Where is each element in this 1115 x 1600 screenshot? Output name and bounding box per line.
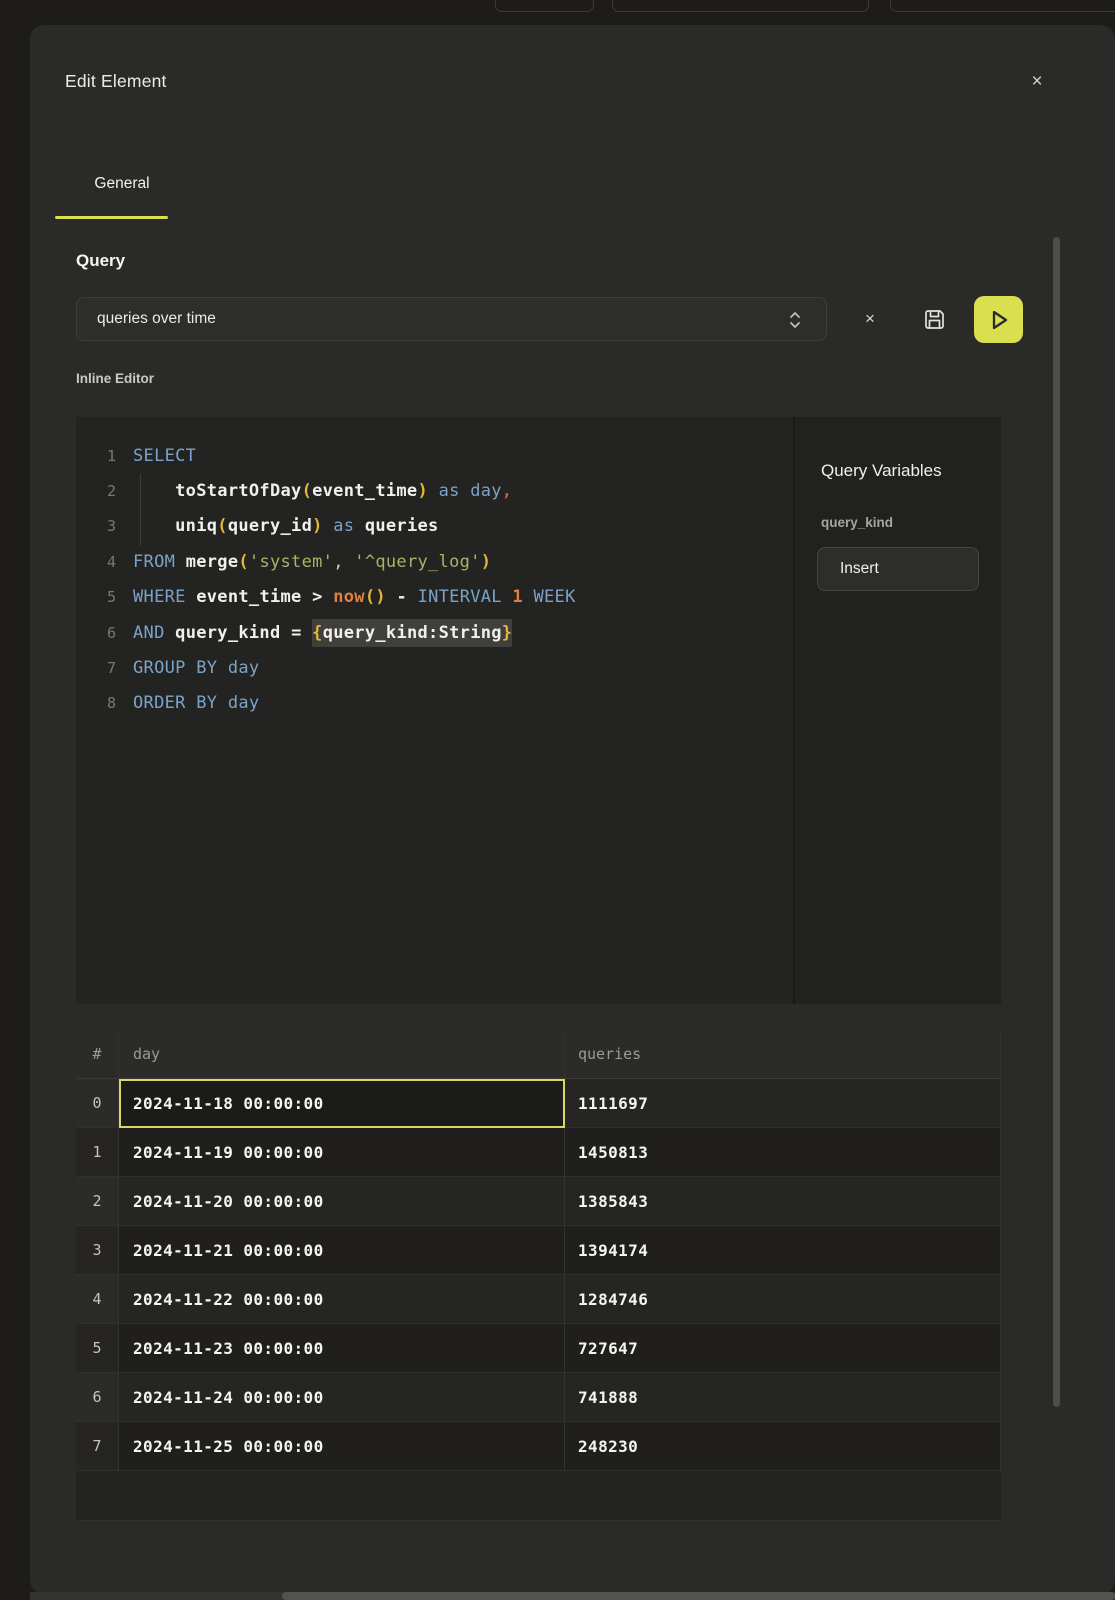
table-row: 32024-11-21 00:00:001394174 bbox=[76, 1226, 1001, 1275]
code-line[interactable]: 1 SELECT bbox=[76, 438, 793, 473]
results-footer bbox=[76, 1471, 1001, 1521]
backdrop-button-outline bbox=[495, 0, 594, 12]
backdrop-button-outline bbox=[612, 0, 869, 12]
table-cell[interactable]: 2024-11-24 00:00:00 bbox=[119, 1373, 565, 1422]
code-text: toStartOfDay(event_time) as day, bbox=[133, 481, 512, 501]
table-cell[interactable]: 741888 bbox=[565, 1373, 1001, 1422]
play-icon bbox=[988, 308, 1010, 332]
code-line[interactable]: 2 toStartOfDay(event_time) as day, bbox=[76, 473, 793, 508]
line-number: 3 bbox=[76, 517, 116, 535]
query-select-value: queries over time bbox=[97, 310, 216, 328]
query-variables-heading: Query Variables bbox=[821, 461, 942, 481]
table-row: 02024-11-18 00:00:001111697 bbox=[76, 1079, 1001, 1128]
sql-editor: 1 SELECT 2 toStartOfDay(event_time) as day… bbox=[76, 417, 1001, 1004]
modal-title: Edit Element bbox=[65, 71, 167, 92]
row-index-cell[interactable]: 7 bbox=[76, 1422, 119, 1471]
table-cell[interactable]: 2024-11-22 00:00:00 bbox=[119, 1275, 565, 1324]
insert-button-label: Insert bbox=[840, 560, 879, 578]
code-line[interactable]: 5 WHERE event_time > now() - INTERVAL 1 W… bbox=[76, 580, 793, 615]
results-header-cell[interactable]: # bbox=[76, 1030, 119, 1079]
indent-guide bbox=[140, 474, 141, 546]
code-text: FROM merge('system', '^query_log') bbox=[133, 552, 491, 572]
tab-general[interactable]: General bbox=[66, 175, 178, 193]
edit-element-modal: Edit Element × General Query queries ove… bbox=[30, 25, 1115, 1594]
clear-query-button[interactable]: × bbox=[855, 304, 885, 334]
table-row: 12024-11-19 00:00:001450813 bbox=[76, 1128, 1001, 1177]
row-index-cell[interactable]: 2 bbox=[76, 1177, 119, 1226]
line-number: 8 bbox=[76, 694, 116, 712]
code-text: ORDER BY day bbox=[133, 693, 259, 713]
code-text: SELECT bbox=[133, 446, 196, 466]
table-cell[interactable]: 2024-11-25 00:00:00 bbox=[119, 1422, 565, 1471]
save-query-button[interactable] bbox=[919, 304, 949, 334]
line-number: 1 bbox=[76, 447, 116, 465]
query-section-heading: Query bbox=[76, 251, 125, 271]
table-row: 22024-11-20 00:00:001385843 bbox=[76, 1177, 1001, 1226]
inline-editor-label: Inline Editor bbox=[76, 371, 154, 386]
query-variables-panel: Query Variables query_kind Insert bbox=[793, 417, 1001, 1004]
tab-active-underline bbox=[55, 216, 168, 219]
vertical-scrollbar[interactable] bbox=[1053, 237, 1060, 1407]
chevron-up-down-icon bbox=[786, 309, 804, 331]
selected-cell[interactable]: 2024-11-18 00:00:00 bbox=[119, 1079, 565, 1128]
table-row: 62024-11-24 00:00:00741888 bbox=[76, 1373, 1001, 1422]
table-cell[interactable]: 2024-11-23 00:00:00 bbox=[119, 1324, 565, 1373]
row-index-cell[interactable]: 6 bbox=[76, 1373, 119, 1422]
horizontal-scrollbar-thumb[interactable] bbox=[282, 1592, 1115, 1600]
backdrop-button-outline bbox=[890, 0, 1115, 12]
code-line[interactable]: 8 ORDER BY day bbox=[76, 686, 793, 721]
line-number: 4 bbox=[76, 553, 116, 571]
table-cell[interactable]: 1111697 bbox=[565, 1079, 1001, 1128]
line-number: 7 bbox=[76, 659, 116, 677]
clear-icon: × bbox=[865, 309, 875, 329]
row-index-cell[interactable]: 3 bbox=[76, 1226, 119, 1275]
code-line[interactable]: 6 AND query_kind = {query_kind:String} bbox=[76, 615, 793, 650]
table-cell[interactable]: 1450813 bbox=[565, 1128, 1001, 1177]
table-cell[interactable]: 2024-11-19 00:00:00 bbox=[119, 1128, 565, 1177]
table-row: 52024-11-23 00:00:00727647 bbox=[76, 1324, 1001, 1373]
row-index-cell[interactable]: 0 bbox=[76, 1079, 119, 1128]
line-number: 6 bbox=[76, 624, 116, 642]
code-lines: 1 SELECT 2 toStartOfDay(event_time) as day… bbox=[76, 438, 793, 721]
table-row: 72024-11-25 00:00:00248230 bbox=[76, 1422, 1001, 1471]
results-table: #dayqueries 02024-11-18 00:00:0011116971… bbox=[76, 1030, 1001, 1521]
row-index-cell[interactable]: 5 bbox=[76, 1324, 119, 1373]
code-line[interactable]: 3 uniq(query_id) as queries bbox=[76, 509, 793, 544]
row-index-cell[interactable]: 4 bbox=[76, 1275, 119, 1324]
table-cell[interactable]: 1284746 bbox=[565, 1275, 1001, 1324]
run-query-button[interactable] bbox=[974, 296, 1023, 343]
line-number: 2 bbox=[76, 482, 116, 500]
table-cell[interactable]: 1385843 bbox=[565, 1177, 1001, 1226]
table-cell[interactable]: 248230 bbox=[565, 1422, 1001, 1471]
code-text: uniq(query_id) as queries bbox=[133, 516, 439, 536]
query-select[interactable]: queries over time bbox=[76, 297, 827, 341]
row-index-cell[interactable]: 1 bbox=[76, 1128, 119, 1177]
table-cell[interactable]: 2024-11-21 00:00:00 bbox=[119, 1226, 565, 1275]
code-line[interactable]: 7 GROUP BY day bbox=[76, 650, 793, 685]
code-editor-area[interactable]: 1 SELECT 2 toStartOfDay(event_time) as day… bbox=[76, 417, 793, 1004]
results-header-row: #dayqueries bbox=[76, 1030, 1001, 1079]
line-number: 5 bbox=[76, 588, 116, 606]
save-icon bbox=[923, 308, 946, 331]
query-variable-name: query_kind bbox=[821, 515, 893, 530]
results-body: 02024-11-18 00:00:00111169712024-11-19 0… bbox=[76, 1079, 1001, 1471]
code-line[interactable]: 4 FROM merge('system', '^query_log') bbox=[76, 544, 793, 579]
results-header-cell[interactable]: queries bbox=[565, 1030, 1001, 1079]
results-header-cell[interactable]: day bbox=[119, 1030, 565, 1079]
table-cell[interactable]: 727647 bbox=[565, 1324, 1001, 1373]
table-cell[interactable]: 1394174 bbox=[565, 1226, 1001, 1275]
code-text: WHERE event_time > now() - INTERVAL 1 WE… bbox=[133, 587, 576, 607]
screen: Edit Element × General Query queries ove… bbox=[0, 0, 1115, 1600]
table-row: 42024-11-22 00:00:001284746 bbox=[76, 1275, 1001, 1324]
table-cell[interactable]: 2024-11-20 00:00:00 bbox=[119, 1177, 565, 1226]
code-text: GROUP BY day bbox=[133, 658, 259, 678]
close-icon[interactable]: × bbox=[1024, 69, 1050, 95]
insert-variable-button[interactable]: Insert bbox=[817, 547, 979, 591]
code-text: AND query_kind = {query_kind:String} bbox=[133, 623, 512, 643]
